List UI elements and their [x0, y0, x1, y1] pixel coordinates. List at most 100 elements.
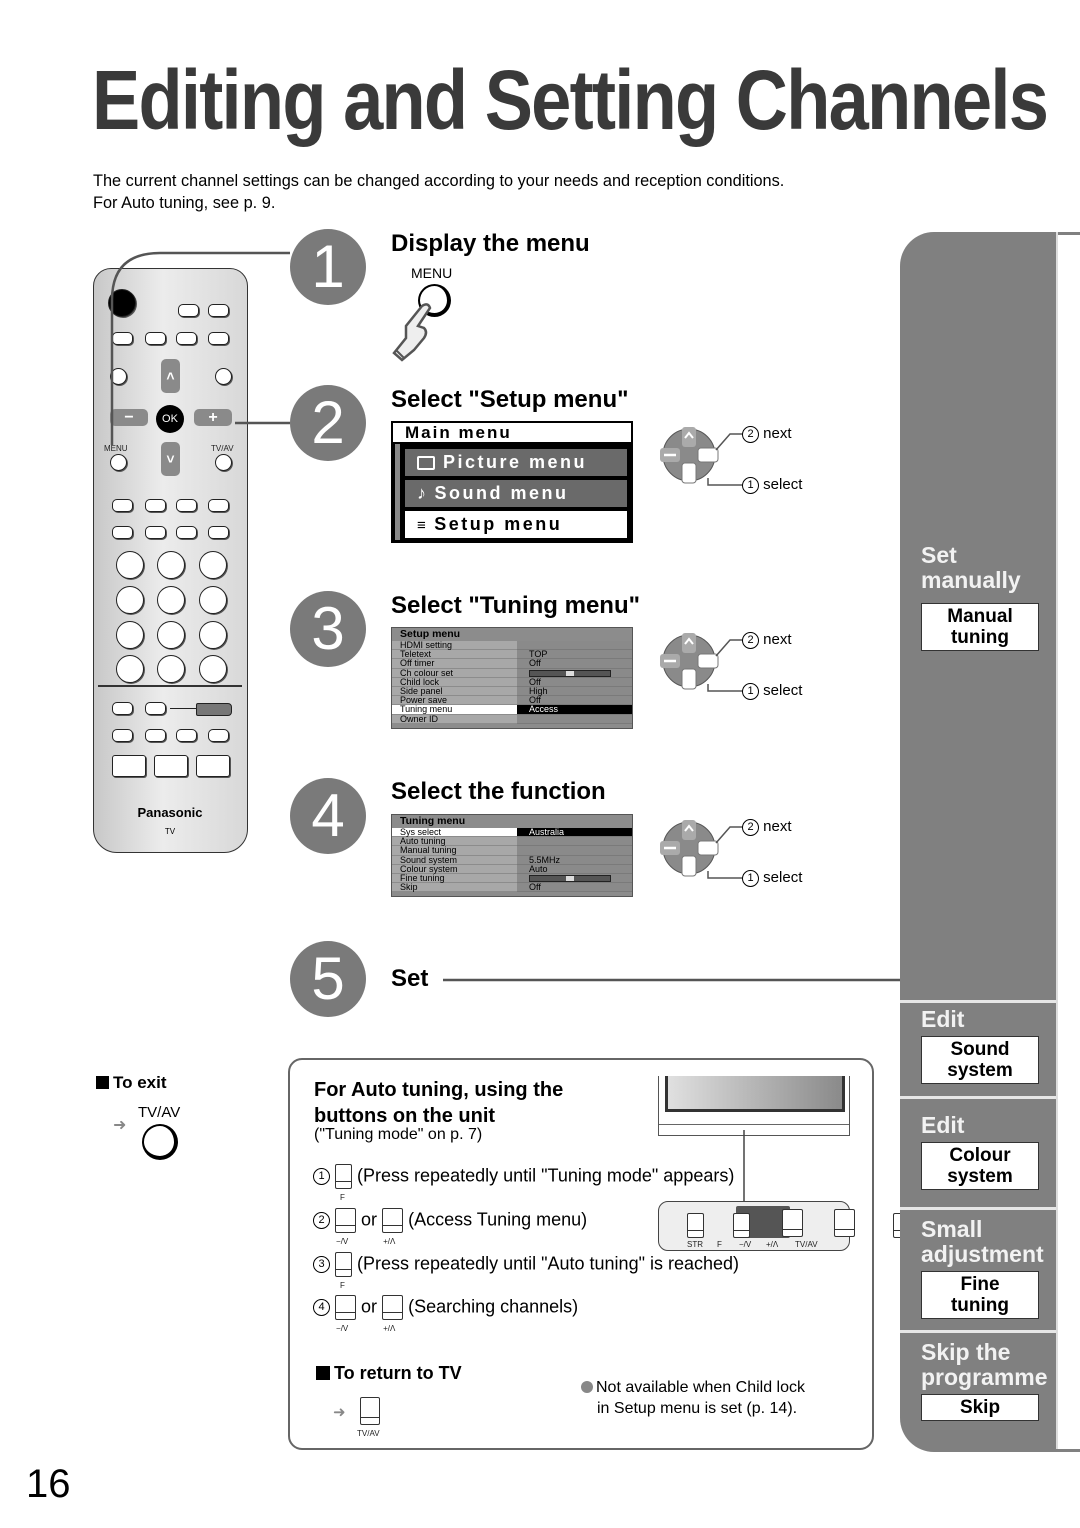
tv-leader-line: [743, 1130, 745, 1208]
slider-bar[interactable]: [529, 874, 611, 882]
tv-screen: [665, 1076, 845, 1112]
sidebar-divider: [900, 1096, 1056, 1099]
menu-row[interactable]: Fine tuning: [392, 873, 632, 884]
sidebar-divider: [900, 1000, 1056, 1003]
next-label: 2 next: [742, 631, 792, 649]
slider-bar[interactable]: [529, 669, 611, 677]
minus-button-icon: −/V: [335, 1208, 357, 1246]
skip-link[interactable]: Skip: [921, 1394, 1039, 1421]
picture-icon: [417, 456, 435, 471]
square-bullet-icon: [96, 1076, 109, 1089]
step-3-heading: Select "Tuning menu": [391, 592, 640, 619]
tuning-menu-osd: Tuning menu Sys select Australia Auto tuni…: [391, 814, 633, 897]
list-icon: ≡: [417, 517, 429, 534]
menu-row-value: Off: [517, 659, 632, 669]
main-menu-scrollbar: [395, 444, 400, 540]
unit-button-plus[interactable]: [834, 1209, 856, 1237]
step-3-number: 3: [290, 591, 366, 667]
instruction-4: 4 −/V or +/Λ (Searching channels): [313, 1295, 578, 1333]
sidebar-divider: [900, 1207, 1056, 1210]
sound-system-link[interactable]: Sound system: [921, 1036, 1039, 1084]
step-5-heading: Set: [391, 965, 429, 992]
unit-label: TV/AV: [795, 1240, 818, 1249]
menu-row-value: Auto: [517, 864, 632, 874]
sidebar-right-edge: [1056, 232, 1058, 1452]
pad-leader-lines: [707, 826, 742, 879]
step-1-heading: Display the menu: [391, 230, 590, 257]
unit-button-minus[interactable]: [781, 1209, 803, 1237]
sidebar-section-edit-colour: Edit Colour system: [921, 1113, 1039, 1190]
unit-label: +/Λ: [766, 1240, 779, 1249]
square-bullet-icon: [316, 1366, 330, 1380]
menu-row-value: Access: [517, 705, 632, 715]
setup-menu-rows: HDMI setting Teletext TOP Off timer Off Ch co…: [392, 640, 632, 724]
tv-illustration: [658, 1076, 850, 1136]
slider-knob[interactable]: [566, 670, 574, 676]
step-4-number: 4: [290, 778, 366, 854]
manual-tuning-link[interactable]: Manual tuning: [921, 603, 1039, 651]
sidebar-section-set-manually: Set manually Manual tuning: [921, 543, 1039, 651]
step-4-heading: Select the function: [391, 778, 606, 805]
menu-row-label: Owner ID: [392, 714, 517, 724]
menu-item-picture[interactable]: Picture menu: [405, 449, 627, 476]
menu-item-label: Sound menu: [434, 483, 569, 503]
menu-connector: [110, 251, 290, 445]
unit-label: STR: [687, 1240, 703, 1249]
auto-tuning-heading: For Auto tuning, using the buttons on th…: [314, 1079, 564, 1127]
menu-item-sound[interactable]: ♪ Sound menu: [405, 480, 627, 507]
f-button-icon: F: [335, 1252, 353, 1290]
step-1-number: 1: [290, 229, 366, 305]
sidebar-section-small-adjustment: Small adjustment Fine tuning: [921, 1217, 1044, 1319]
menu-item-setup[interactable]: ≡ Setup menu: [405, 511, 627, 538]
unit-button-panel: STR F −/V +/Λ TV/AV: [658, 1201, 910, 1251]
step-5-number: 5: [290, 941, 366, 1017]
tv-bottom-strip: [659, 1124, 849, 1135]
tvav-unit-button[interactable]: [360, 1397, 380, 1425]
sidebar-section-edit-sound: Edit Sound system: [921, 1007, 1039, 1084]
bullet-icon: [581, 1381, 593, 1393]
unit-label: F: [717, 1240, 722, 1249]
sidebar-bottom-line: [1056, 1449, 1080, 1452]
menu-item-label: Setup menu: [434, 514, 563, 534]
page-number: 16: [26, 1462, 71, 1506]
unit-button-str[interactable]: [687, 1212, 704, 1238]
next-label: 2 next: [742, 425, 792, 443]
instruction-2: 2 −/V or +/Λ (Access Tuning menu): [313, 1208, 587, 1246]
return-heading: To return to TV: [316, 1363, 462, 1384]
sidebar-divider: [900, 1330, 1056, 1333]
select-label: 1 select: [742, 682, 802, 700]
menu-row-value: [517, 837, 632, 847]
colour-system-link[interactable]: Colour system: [921, 1142, 1039, 1190]
tuning-menu-rows: Sys select Australia Auto tuning Manual tun…: [392, 827, 632, 893]
minus-button-icon: −/V: [335, 1295, 357, 1333]
unit-label: −/V: [739, 1240, 752, 1249]
to-exit-heading: To exit: [96, 1073, 167, 1093]
sidebar-section-skip: Skip the programme Skip: [921, 1340, 1048, 1421]
finger-press-icon: [392, 303, 432, 362]
menu-row-label: Skip: [392, 882, 517, 893]
arrow-icon: ➜: [113, 1117, 127, 1134]
setup-menu-osd: Setup menu HDMI setting Teletext TOP Off ti…: [391, 627, 633, 729]
step-2-heading: Select "Setup menu": [391, 386, 629, 413]
pad-leader-lines: [707, 639, 742, 692]
select-label: 1 select: [742, 476, 802, 494]
tvav-button[interactable]: [142, 1124, 178, 1160]
pad-leader-lines: [707, 433, 742, 486]
menu-row-value: [517, 714, 632, 724]
menu-row-value: Australia: [517, 827, 632, 838]
menu-row[interactable]: Skip Off: [392, 882, 632, 893]
plus-button-icon: +/Λ: [382, 1208, 404, 1246]
menu-button-label: MENU: [411, 265, 453, 281]
select-label: 1 select: [742, 869, 802, 887]
f-button-icon: F: [335, 1164, 353, 1202]
menu-item-label: Picture menu: [443, 452, 588, 472]
slider-knob[interactable]: [566, 875, 574, 881]
main-menu-osd: Main menu Picture menu ♪ Sound menu ≡ Setu…: [391, 421, 633, 543]
instruction-1: 1 F (Press repeatedly until "Tuning mode…: [313, 1164, 734, 1202]
unit-button-f[interactable]: [733, 1212, 751, 1238]
child-lock-note: Not available when Child lock in Setup m…: [581, 1377, 805, 1419]
menu-row[interactable]: Owner ID: [392, 714, 632, 724]
arrow-icon: ➜: [333, 1404, 346, 1421]
fine-tuning-link[interactable]: Fine tuning: [921, 1271, 1039, 1319]
music-note-icon: ♪: [417, 483, 429, 503]
